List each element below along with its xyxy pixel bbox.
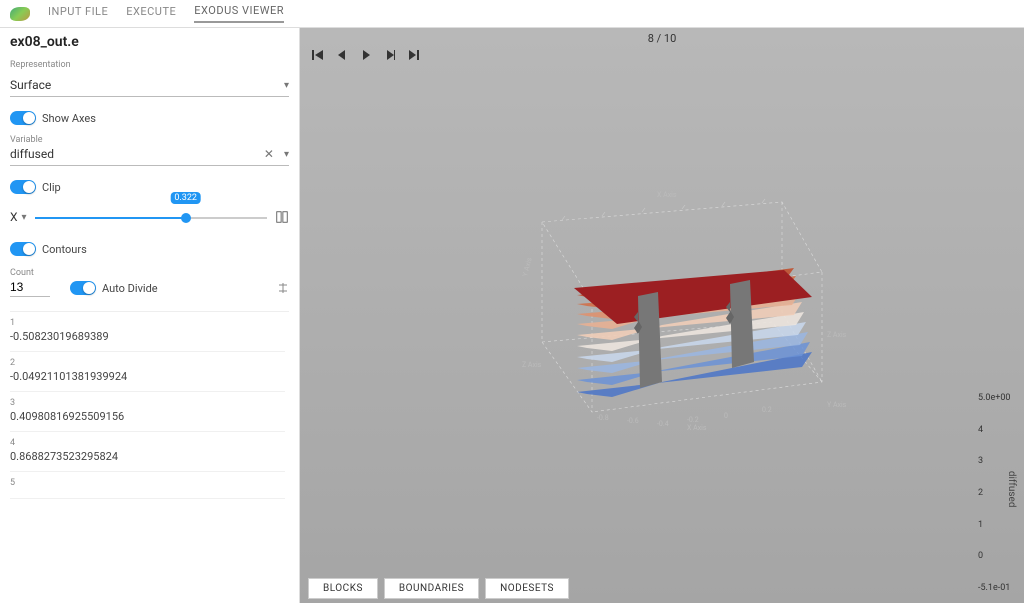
chevron-down-icon: ▾: [22, 212, 27, 223]
representation-label: Representation: [10, 60, 289, 70]
tab-nodesets[interactable]: NODESETS: [485, 578, 569, 599]
svg-text:0: 0: [724, 412, 728, 420]
y-axis-label-right: Y Axis: [827, 401, 847, 409]
scene-3d: X Axis Y Axis Z Axis Z Axis X Axis Y Axi…: [462, 162, 862, 442]
tab-exodus-viewer[interactable]: EXODUS VIEWER: [194, 4, 284, 23]
representation-value: Surface: [10, 78, 51, 92]
z-axis-label-right: Z Axis: [827, 331, 847, 339]
adjust-icon[interactable]: [277, 282, 289, 297]
contours-label: Contours: [42, 243, 87, 256]
tab-blocks[interactable]: BLOCKS: [308, 578, 378, 599]
clip-toggle[interactable]: [10, 180, 36, 194]
variable-value: diffused: [10, 147, 54, 161]
clip-axis-select[interactable]: X ▾: [10, 210, 27, 226]
frame-counter: 8 / 10: [300, 32, 1024, 45]
colorbar: 5.0e+00 4 3 2 1 0 -5.1e-01 diffused: [974, 393, 1010, 593]
contour-index: 1: [10, 318, 285, 328]
list-item[interactable]: 3 0.40980816925509156: [10, 392, 285, 432]
variable-label: Variable: [10, 135, 289, 145]
contours-list: 1 -0.50823019689389 2 -0.049211013819399…: [10, 311, 289, 593]
bottom-tab-bar: BLOCKS BOUNDARIES NODESETS: [300, 574, 577, 603]
colorbar-max: 5.0e+00: [978, 393, 1010, 403]
tab-input-file[interactable]: INPUT FILE: [48, 5, 108, 22]
list-item[interactable]: 5: [10, 472, 285, 499]
colorbar-tick: 4: [978, 425, 1010, 435]
count-input[interactable]: [10, 278, 50, 297]
auto-divide-label: Auto Divide: [102, 282, 158, 295]
clip-invert-icon[interactable]: [275, 210, 289, 227]
list-item[interactable]: 2 -0.04921101381939924: [10, 352, 285, 392]
clear-icon[interactable]: ✕: [264, 147, 274, 161]
colorbar-ticks: 5.0e+00 4 3 2 1 0 -5.1e-01: [974, 393, 1010, 593]
show-axes-toggle[interactable]: [10, 111, 36, 125]
variable-select[interactable]: diffused ✕ ▾: [10, 145, 289, 166]
y-axis-label: Y Axis: [521, 256, 534, 277]
clip-axis-value: X: [10, 210, 18, 224]
next-frame-button[interactable]: [382, 48, 398, 62]
tab-execute[interactable]: EXECUTE: [126, 5, 176, 22]
chevron-down-icon: ▾: [284, 80, 289, 91]
slider-thumb-icon[interactable]: [181, 213, 191, 223]
contours-toggle[interactable]: [10, 242, 36, 256]
x-axis-label: X Axis: [657, 191, 677, 199]
show-axes-label: Show Axes: [42, 112, 96, 125]
contour-index: 3: [10, 398, 285, 408]
colorbar-min: -5.1e-01: [978, 583, 1010, 593]
svg-text:0.2: 0.2: [762, 406, 772, 414]
contours-scroll[interactable]: 1 -0.50823019689389 2 -0.049211013819399…: [10, 312, 289, 593]
app-logo-icon: [10, 7, 30, 21]
list-item[interactable]: 1 -0.50823019689389: [10, 312, 285, 352]
first-frame-button[interactable]: [310, 48, 326, 62]
svg-text:-0.2: -0.2: [687, 416, 699, 424]
play-button[interactable]: [358, 48, 374, 62]
contour-index: 4: [10, 438, 285, 448]
colorbar-tick: 3: [978, 456, 1010, 466]
representation-select[interactable]: Surface ▾: [10, 76, 289, 97]
playback-controls: [300, 48, 1024, 62]
chevron-down-icon: ▾: [284, 149, 289, 160]
contour-index: 2: [10, 358, 285, 368]
prev-frame-button[interactable]: [334, 48, 350, 62]
sidebar: ex08_out.e Representation Surface ▾ Show…: [0, 28, 300, 603]
clip-slider[interactable]: 0.322: [35, 208, 267, 228]
colorbar-label: diffused: [1007, 471, 1018, 508]
contour-value: -0.04921101381939924: [10, 370, 285, 383]
tab-boundaries[interactable]: BOUNDARIES: [384, 578, 479, 599]
auto-divide-toggle[interactable]: [70, 281, 96, 295]
viewport-3d[interactable]: 8 / 10: [300, 28, 1024, 603]
svg-text:-0.8: -0.8: [597, 414, 609, 422]
contour-value: 0.40980816925509156: [10, 410, 285, 423]
contour-value: -0.50823019689389: [10, 330, 285, 343]
colorbar-tick: 1: [978, 520, 1010, 530]
list-item[interactable]: 4 0.8688273523295824: [10, 432, 285, 472]
count-label: Count: [10, 268, 50, 278]
colorbar-tick: 0: [978, 551, 1010, 561]
file-name: ex08_out.e: [10, 34, 289, 50]
svg-text:-0.6: -0.6: [627, 417, 639, 425]
x-axis-label-bottom: X Axis: [687, 424, 707, 432]
z-axis-label: Z Axis: [522, 361, 542, 369]
contour-value: 0.8688273523295824: [10, 450, 285, 463]
top-tab-bar: INPUT FILE EXECUTE EXODUS VIEWER: [0, 0, 1024, 28]
clip-label: Clip: [42, 181, 61, 194]
last-frame-button[interactable]: [406, 48, 422, 62]
contour-index: 5: [10, 478, 285, 488]
svg-text:-0.4: -0.4: [657, 420, 669, 428]
clip-slider-tooltip: 0.322: [170, 192, 201, 204]
